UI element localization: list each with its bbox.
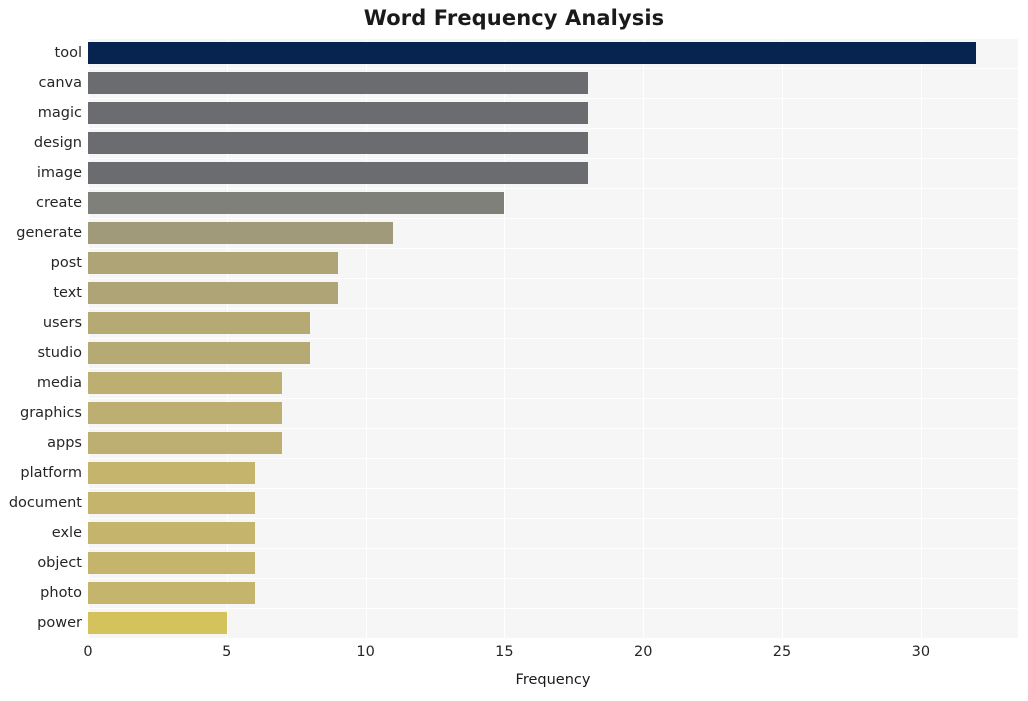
gridline-horizontal xyxy=(88,338,1018,339)
y-axis-tick-label: photo xyxy=(40,585,82,601)
bar xyxy=(88,102,588,124)
bar xyxy=(88,192,505,214)
bar xyxy=(88,42,977,64)
gridline-horizontal xyxy=(88,188,1018,189)
bar xyxy=(88,492,255,514)
x-axis-tick-label: 15 xyxy=(495,644,514,660)
bar xyxy=(88,432,283,454)
gridline-horizontal xyxy=(88,368,1018,369)
bar xyxy=(88,582,255,604)
y-axis-tick-label: object xyxy=(37,555,82,571)
x-axis-title: Frequency xyxy=(515,672,591,688)
gridline-horizontal xyxy=(88,128,1018,129)
gridline-horizontal xyxy=(88,428,1018,429)
chart-title: Word Frequency Analysis xyxy=(363,6,665,30)
plot-area xyxy=(88,38,1018,638)
y-axis-tick-label: platform xyxy=(20,465,82,481)
gridline-horizontal xyxy=(88,458,1018,459)
bar xyxy=(88,252,338,274)
y-axis-tick-label: design xyxy=(33,135,82,151)
gridline-horizontal xyxy=(88,608,1018,609)
y-axis-tick-label: media xyxy=(36,375,82,391)
bar xyxy=(88,132,588,154)
bar xyxy=(88,222,394,244)
y-axis-tick-label: power xyxy=(37,615,82,631)
y-axis-tick-label: users xyxy=(42,315,82,331)
gridline-horizontal xyxy=(88,98,1018,99)
y-axis-tick-label: canva xyxy=(38,75,82,91)
gridline-horizontal xyxy=(88,488,1018,489)
y-axis-tick-labels: tool canva magic design image create generate p… xyxy=(0,38,82,638)
gridline-horizontal xyxy=(88,548,1018,549)
bar xyxy=(88,462,255,484)
bar xyxy=(88,402,283,424)
y-axis-tick-label: text xyxy=(53,285,82,301)
bar xyxy=(88,282,338,304)
y-axis-tick-label: magic xyxy=(37,105,82,121)
y-axis-tick-label: graphics xyxy=(19,405,82,421)
gridline-horizontal xyxy=(88,38,1018,39)
gridline-horizontal xyxy=(88,398,1018,399)
bar xyxy=(88,552,255,574)
y-axis-tick-label: exle xyxy=(51,525,82,541)
y-axis-tick-label: generate xyxy=(16,225,82,241)
bar xyxy=(88,522,255,544)
bar xyxy=(88,342,311,364)
y-axis-tick-label: post xyxy=(50,255,82,271)
x-axis-tick-label: 0 xyxy=(83,644,93,660)
bar xyxy=(88,312,311,334)
gridline-horizontal xyxy=(88,68,1018,69)
bar xyxy=(88,372,283,394)
gridline-horizontal xyxy=(88,248,1018,249)
y-axis-tick-label: tool xyxy=(54,45,82,61)
bar xyxy=(88,162,588,184)
gridline-horizontal xyxy=(88,578,1018,579)
y-axis-tick-label: create xyxy=(35,195,82,211)
gridline-horizontal xyxy=(88,218,1018,219)
x-axis-tick-label: 20 xyxy=(633,644,653,660)
y-axis-tick-label: studio xyxy=(37,345,82,361)
gridline-horizontal xyxy=(88,278,1018,279)
x-axis-tick-labels: 0 5 10 15 20 25 30 xyxy=(0,644,1028,668)
gridline-horizontal xyxy=(88,158,1018,159)
bar xyxy=(88,612,227,634)
x-axis-tick-label: 25 xyxy=(772,644,792,660)
gridline-horizontal xyxy=(88,518,1018,519)
y-axis-tick-label: image xyxy=(36,165,82,181)
x-axis-tick-label: 10 xyxy=(356,644,375,660)
bar xyxy=(88,72,588,94)
x-axis-tick-label: 30 xyxy=(911,644,931,660)
chart-figure: Word Frequency Analysis tool canva magic de… xyxy=(0,0,1028,701)
y-axis-tick-label: document xyxy=(8,495,82,511)
x-axis-tick-label: 5 xyxy=(222,644,232,660)
y-axis-tick-label: apps xyxy=(47,435,82,451)
gridline-horizontal xyxy=(88,308,1018,309)
